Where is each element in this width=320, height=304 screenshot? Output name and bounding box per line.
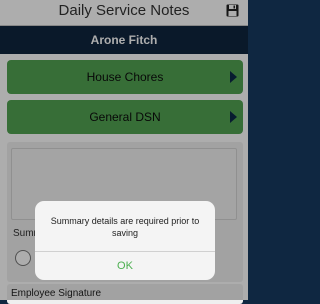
alert-message: Summary details are required prior to sa…	[50, 216, 200, 238]
ok-button[interactable]: OK	[35, 252, 215, 280]
alert-dialog: Summary details are required prior to sa…	[35, 201, 215, 280]
